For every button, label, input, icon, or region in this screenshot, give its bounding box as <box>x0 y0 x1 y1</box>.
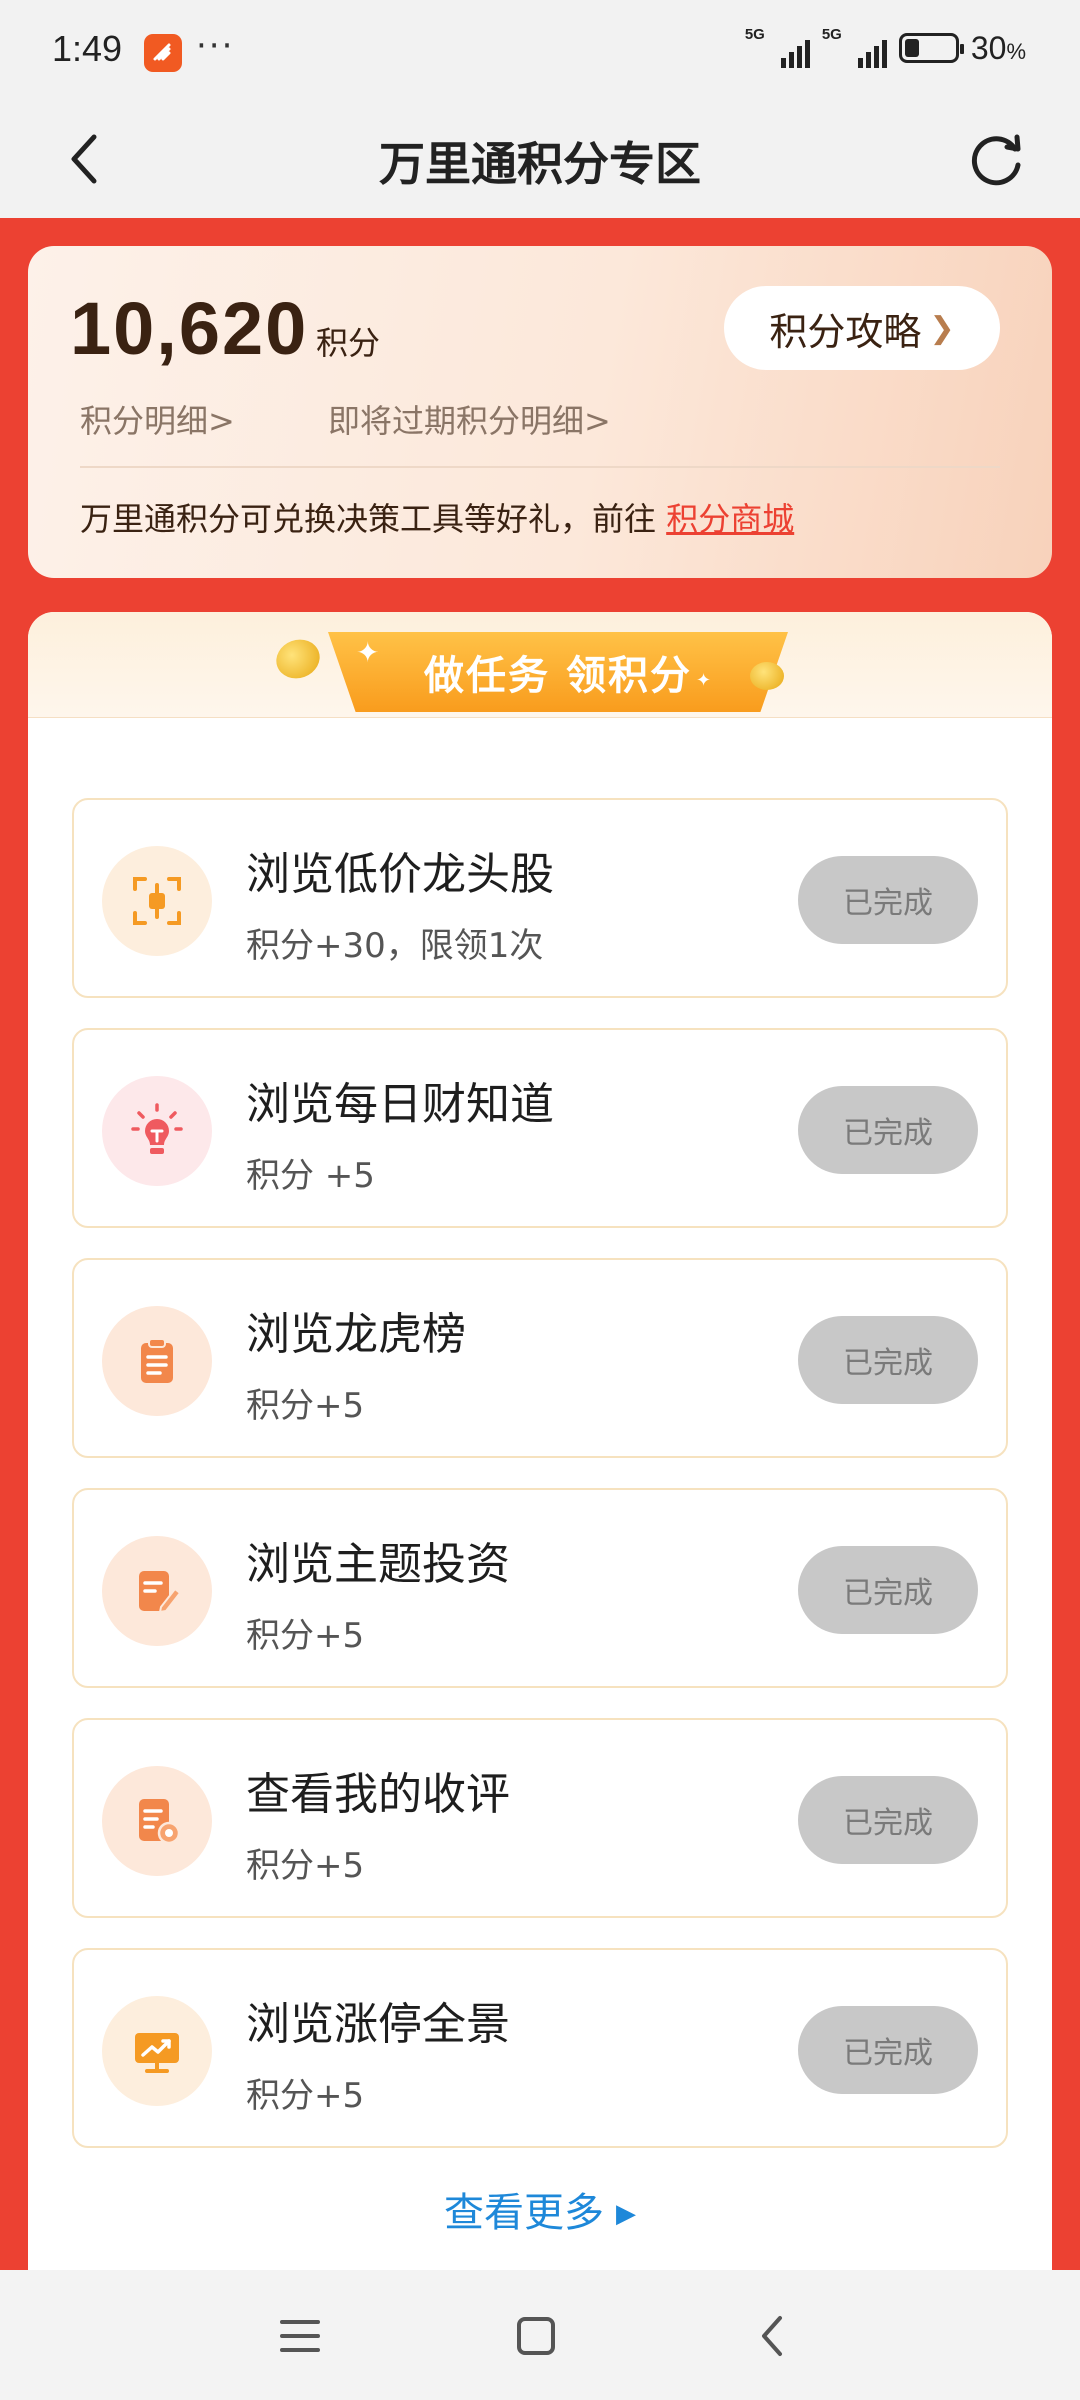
play-arrow-icon: ▶ <box>616 2199 636 2229</box>
task-title: 查看我的收评 <box>246 1769 510 1820</box>
task-completed-button[interactable]: 已完成 <box>798 2006 978 2094</box>
lightbulb-icon <box>102 1076 212 1186</box>
points-guide-label: 积分攻略 <box>769 309 922 354</box>
status-time: 1:49 <box>52 28 123 69</box>
points-balance: 10,620 <box>70 287 309 370</box>
trend-chart-icon <box>102 1996 212 2106</box>
home-square-icon <box>517 2317 555 2355</box>
signal-label: 5G <box>821 26 842 43</box>
system-back-button[interactable] <box>742 2306 802 2366</box>
task-item: 查看我的收评 积分+5 已完成 <box>72 1718 1008 1918</box>
chevron-left-icon <box>762 2316 782 2356</box>
signal-icon: 5G <box>744 26 810 68</box>
divider <box>80 466 1000 468</box>
task-panel: 做任务 领积分 ✦ ✦ 浏览低价龙头股 积分+30，限领1次 已完成 浏览每日财… <box>28 612 1052 2270</box>
task-item: 浏览主题投资 积分+5 已完成 <box>72 1488 1008 1688</box>
status-bar: 1:49 ··· 5G 5G 30% <box>0 0 1080 100</box>
view-more-label: 查看更多 <box>444 2190 604 2236</box>
system-nav-bar <box>0 2270 1080 2400</box>
task-item: 浏览涨停全景 积分+5 已完成 <box>72 1948 1008 2148</box>
refresh-icon <box>971 134 1021 186</box>
battery-percent: 30% <box>970 29 1026 66</box>
task-item: 浏览每日财知道 积分 +5 已完成 <box>72 1028 1008 1228</box>
clipboard-icon <box>102 1306 212 1416</box>
points-guide-button[interactable]: 积分攻略 ❯ <box>724 286 1000 370</box>
coin-icon <box>750 662 784 690</box>
task-title: 浏览涨停全景 <box>246 1999 510 2050</box>
promo-description: 万里通积分可兑换决策工具等好礼，前往 <box>80 500 657 538</box>
task-completed-button[interactable]: 已完成 <box>798 1546 978 1634</box>
home-button[interactable] <box>506 2306 566 2366</box>
points-unit: 积分 <box>316 324 381 362</box>
task-reward: 积分 +5 <box>246 1156 375 1196</box>
signal-icon: 5G <box>821 26 887 68</box>
task-title: 浏览龙虎榜 <box>246 1309 466 1360</box>
app-notification-icon <box>144 34 182 72</box>
page-title: 万里通积分专区 <box>379 137 701 191</box>
task-ribbon: 做任务 领积分 <box>328 632 788 712</box>
status-indicators: 5G 5G 30% <box>744 26 1026 68</box>
task-reward: 积分+5 <box>246 1386 365 1426</box>
task-completed-button[interactable]: 已完成 <box>798 856 978 944</box>
task-title: 浏览每日财知道 <box>246 1079 554 1130</box>
menu-button[interactable] <box>270 2306 330 2366</box>
task-reward: 积分+5 <box>246 1616 365 1656</box>
chevron-right-icon: ❯ <box>929 310 955 346</box>
edit-document-icon <box>102 1536 212 1646</box>
task-item: 浏览低价龙头股 积分+30，限领1次 已完成 <box>72 798 1008 998</box>
review-document-icon <box>102 1766 212 1876</box>
task-title: 浏览主题投资 <box>246 1539 510 1590</box>
task-reward: 积分+5 <box>246 2076 365 2116</box>
coin-icon <box>270 633 326 685</box>
more-notifications-icon: ··· <box>196 26 235 66</box>
task-reward: 积分+30，限领1次 <box>246 926 544 966</box>
view-more-link[interactable]: 查看更多 ▶ <box>28 2180 1052 2238</box>
sparkle-icon: ✦ <box>356 636 380 669</box>
points-detail-link[interactable]: 积分明细> <box>80 396 235 442</box>
task-panel-header: 做任务 领积分 ✦ ✦ <box>28 612 1052 718</box>
refresh-button[interactable] <box>962 124 1032 194</box>
title-bar: 万里通积分专区 <box>0 100 1080 218</box>
task-item: 浏览龙虎榜 积分+5 已完成 <box>72 1258 1008 1458</box>
signal-label: 5G <box>744 26 765 43</box>
candlestick-scan-icon <box>102 846 212 956</box>
task-title: 浏览低价龙头股 <box>246 849 554 900</box>
task-completed-button[interactable]: 已完成 <box>798 1776 978 1864</box>
points-mall-link[interactable]: 积分商城 <box>666 500 794 538</box>
menu-icon <box>280 2320 320 2352</box>
sparkle-icon: ✦ <box>696 670 712 691</box>
battery-icon <box>898 33 964 63</box>
points-summary-card: 10,620 积分 积分攻略 ❯ 积分明细> 即将过期积分明细> 万里通积分可兑… <box>28 246 1052 578</box>
task-completed-button[interactable]: 已完成 <box>798 1316 978 1404</box>
task-panel-title: 做任务 领积分 <box>424 653 692 699</box>
promo-text: 万里通积分可兑换决策工具等好礼，前往 积分商城 <box>80 494 794 540</box>
task-completed-button[interactable]: 已完成 <box>798 1086 978 1174</box>
task-reward: 积分+5 <box>246 1846 365 1886</box>
expiring-points-link[interactable]: 即将过期积分明细> <box>328 396 611 442</box>
